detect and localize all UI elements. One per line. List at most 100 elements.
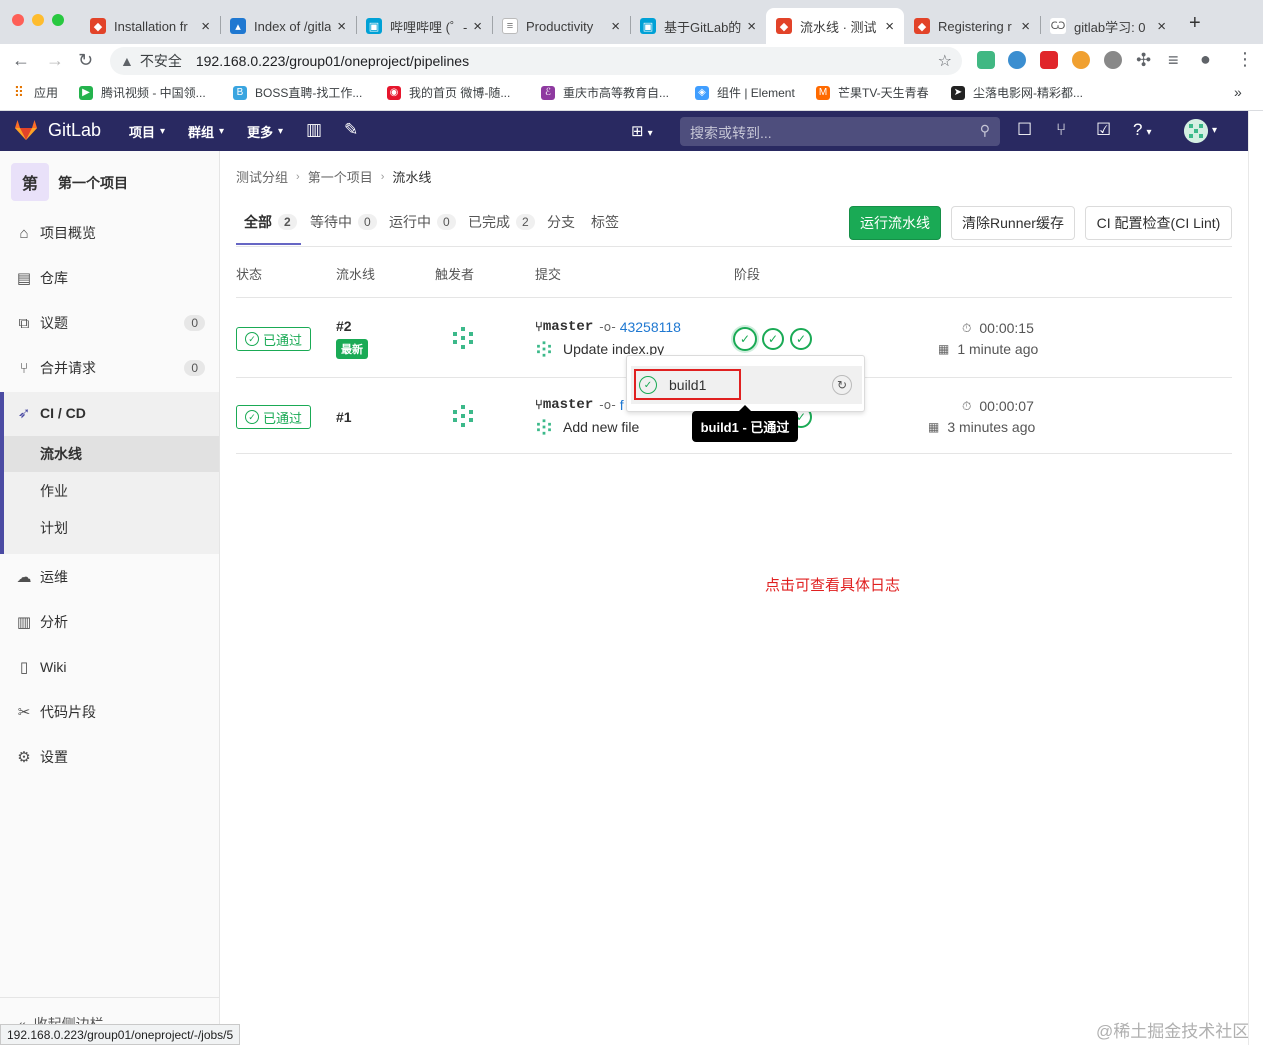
commit-sha-link[interactable]: 43258118 bbox=[620, 319, 681, 335]
run-pipeline-button[interactable]: 运行流水线 bbox=[849, 206, 941, 240]
triggerer-avatar[interactable] bbox=[450, 403, 476, 429]
bookmark-item[interactable]: ▶ 腾讯视频 - 中国领... bbox=[79, 84, 206, 101]
close-tab-icon[interactable]: × bbox=[611, 18, 620, 35]
pipeline-id-link[interactable]: #1 bbox=[336, 409, 352, 425]
bookmark-item[interactable]: ◈ 组件 | Element bbox=[695, 84, 795, 101]
breadcrumb-project[interactable]: 第一个项目 bbox=[308, 167, 373, 186]
bookmark-item[interactable]: ➤ 尘落电影网-精彩都... bbox=[951, 84, 1083, 101]
bookmark-item[interactable]: ◉ 我的首页 微博-随... bbox=[387, 84, 510, 101]
close-tab-icon[interactable]: × bbox=[337, 18, 346, 35]
profile-icon[interactable]: ● bbox=[1200, 49, 1211, 70]
maximize-window-button[interactable] bbox=[52, 14, 64, 26]
menu-kebab-icon[interactable]: ⋮ bbox=[1236, 49, 1254, 70]
tab-pending[interactable]: 等待中 0 bbox=[310, 212, 377, 232]
stage-status-icon[interactable]: ✓ bbox=[762, 328, 784, 350]
sidebar-sub-jobs[interactable]: 作业 bbox=[4, 473, 219, 509]
project-avatar[interactable]: 第 bbox=[11, 163, 49, 201]
pipeline-id-link[interactable]: #2 bbox=[336, 318, 352, 334]
sidebar-item-snippets[interactable]: ✂ 代码片段 bbox=[0, 691, 219, 733]
extension-icon[interactable] bbox=[1104, 51, 1122, 69]
stage-status-icon[interactable]: ✓ bbox=[790, 328, 812, 350]
tab-running[interactable]: 运行中 0 bbox=[389, 212, 456, 232]
chevron-down-icon[interactable]: ▾ bbox=[1212, 125, 1217, 136]
tab-tags[interactable]: 标签 bbox=[591, 212, 619, 232]
bookmark-item[interactable]: ℰ 重庆市高等教育自... bbox=[541, 84, 669, 101]
puzzle-icon[interactable]: ✣ bbox=[1136, 50, 1151, 71]
todo-board-icon[interactable]: ☐ bbox=[1017, 120, 1032, 140]
author-avatar[interactable] bbox=[535, 418, 553, 436]
browser-tab[interactable]: ▣ 哔哩哔哩 (゜- × bbox=[356, 8, 492, 44]
status-badge-passed[interactable]: ✓ 已通过 bbox=[236, 405, 311, 429]
tab-finished[interactable]: 已完成 2 bbox=[468, 212, 535, 232]
reading-list-icon[interactable]: ≡ bbox=[1168, 50, 1179, 71]
sidebar-sub-pipelines[interactable]: 流水线 bbox=[4, 436, 219, 472]
sidebar-item-settings[interactable]: ⚙ 设置 bbox=[0, 736, 219, 778]
security-label[interactable]: 不安全 bbox=[140, 51, 182, 71]
gitlab-home-link[interactable]: GitLab bbox=[14, 119, 101, 141]
branch-link[interactable]: master bbox=[543, 397, 593, 413]
close-tab-icon[interactable]: × bbox=[1157, 18, 1166, 35]
close-tab-icon[interactable]: × bbox=[473, 18, 482, 35]
branch-link[interactable]: master bbox=[543, 319, 593, 335]
bookmark-item[interactable]: B BOSS直聘-找工作... bbox=[233, 84, 362, 101]
close-tab-icon[interactable]: × bbox=[201, 18, 210, 35]
back-icon[interactable]: ← bbox=[12, 50, 30, 71]
more-bookmarks-icon[interactable]: » bbox=[1234, 84, 1242, 100]
menu-projects[interactable]: 项目 ▾ bbox=[129, 122, 165, 141]
browser-tab-active[interactable]: ◆ 流水线 · 测试 × bbox=[766, 8, 904, 44]
bookmark-star-icon[interactable]: ☆ bbox=[938, 51, 952, 71]
address-bar[interactable]: ▲ 不安全 192.168.0.223/group01/oneproject/p… bbox=[110, 47, 962, 75]
close-tab-icon[interactable]: × bbox=[1021, 18, 1030, 35]
new-tab-button[interactable]: + bbox=[1189, 12, 1201, 35]
sidebar-item-issues[interactable]: ⧉ 议题 0 bbox=[0, 302, 219, 344]
close-tab-icon[interactable]: × bbox=[885, 18, 894, 35]
close-window-button[interactable] bbox=[12, 14, 24, 26]
merge-requests-icon[interactable]: ⑂ bbox=[1056, 120, 1066, 140]
breadcrumb-group[interactable]: 测试分组 bbox=[236, 167, 288, 186]
weibo-ext-icon[interactable] bbox=[1072, 51, 1090, 69]
sidebar-item-analytics[interactable]: ▥ 分析 bbox=[0, 601, 219, 643]
new-plus-icon[interactable]: ⊞ ▾ bbox=[631, 122, 653, 140]
minimize-window-button[interactable] bbox=[32, 14, 44, 26]
project-name[interactable]: 第一个项目 bbox=[58, 173, 128, 193]
commit-sha-link[interactable]: f bbox=[620, 397, 624, 413]
breadcrumb-current[interactable]: 流水线 bbox=[392, 167, 431, 186]
close-tab-icon[interactable]: × bbox=[747, 18, 756, 35]
activity-chart-icon[interactable]: ▥ bbox=[306, 120, 322, 140]
clear-runner-cache-button[interactable]: 清除Runner缓存 bbox=[951, 206, 1075, 240]
scrollbar[interactable] bbox=[1248, 111, 1263, 1045]
browser-tab[interactable]: ≡ Productivity × bbox=[492, 8, 630, 44]
browser-tab[interactable]: ◆ Registering r × bbox=[904, 8, 1040, 44]
search-input[interactable]: 搜索或转到... ⚲ bbox=[680, 117, 1000, 146]
sidebar-item-wiki[interactable]: ▯ Wiki bbox=[0, 646, 219, 688]
extension-icon[interactable] bbox=[1008, 51, 1026, 69]
todos-check-icon[interactable]: ☑ bbox=[1096, 120, 1111, 140]
help-icon[interactable]: ? ▾ bbox=[1133, 120, 1152, 140]
browser-tab[interactable]: ▣ 基于GitLab的 × bbox=[630, 8, 766, 44]
sidebar-sub-schedules[interactable]: 计划 bbox=[4, 510, 219, 546]
ci-lint-button[interactable]: CI 配置检查(CI Lint) bbox=[1085, 206, 1232, 240]
browser-tab[interactable]: ▴ Index of /gitla × bbox=[220, 8, 356, 44]
user-avatar[interactable] bbox=[1184, 119, 1208, 143]
sidebar-item-merge-requests[interactable]: ⑂ 合并请求 0 bbox=[0, 347, 219, 389]
forward-icon[interactable]: → bbox=[46, 50, 64, 71]
vue-devtools-icon[interactable] bbox=[977, 51, 995, 69]
sidebar-item-repository[interactable]: ▤ 仓库 bbox=[0, 257, 219, 299]
url-text[interactable]: 192.168.0.223/group01/oneproject/pipelin… bbox=[196, 53, 469, 69]
tab-all[interactable]: 全部 2 bbox=[244, 212, 297, 232]
commit-title-link[interactable]: Add new file bbox=[563, 419, 639, 435]
bookmark-item[interactable]: M 芒果TV-天生青春 bbox=[816, 84, 929, 101]
admin-wrench-icon[interactable]: ✎ bbox=[344, 120, 358, 140]
sidebar-item-cicd[interactable]: ➶ CI / CD bbox=[0, 392, 219, 434]
bookmark-apps[interactable]: ⠿ 应用 bbox=[12, 84, 58, 101]
stage-status-icon[interactable]: ✓ bbox=[733, 327, 757, 351]
author-avatar[interactable] bbox=[535, 340, 553, 358]
triggerer-avatar[interactable] bbox=[450, 325, 476, 351]
retry-icon[interactable]: ↻ bbox=[832, 375, 852, 395]
menu-groups[interactable]: 群组 ▾ bbox=[188, 122, 224, 141]
sidebar-item-operations[interactable]: ☁ 运维 bbox=[0, 556, 219, 598]
browser-tab[interactable]: Ѡ gitlab学习: 0 × bbox=[1040, 8, 1176, 44]
browser-tab[interactable]: ◆ Installation fr × bbox=[80, 8, 220, 44]
menu-more[interactable]: 更多 ▾ bbox=[247, 122, 283, 141]
reload-icon[interactable]: ↻ bbox=[78, 50, 93, 71]
